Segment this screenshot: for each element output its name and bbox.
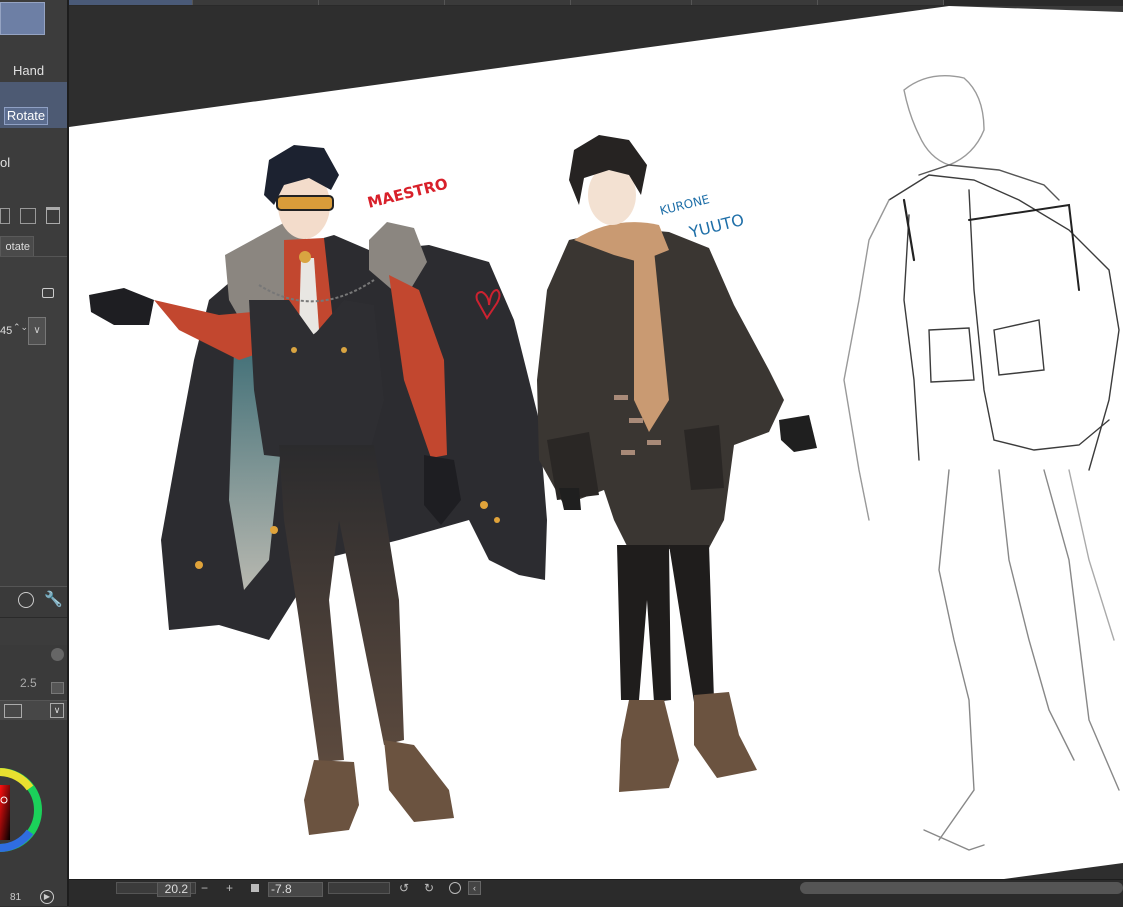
color-panel-tabs: ∨ [0, 700, 67, 721]
rotate-right-icon[interactable]: ↻ [424, 881, 434, 895]
tab-rotate-properties[interactable]: otate [0, 236, 34, 256]
chevron-down-icon[interactable]: ∨ [28, 317, 46, 345]
import-icon[interactable] [0, 208, 10, 224]
lock-icon[interactable] [42, 288, 54, 298]
scroll-down-icon[interactable] [51, 682, 64, 694]
size-preview-dot [51, 648, 64, 661]
play-icon[interactable]: ▶ [40, 890, 54, 904]
left-tool-panel: Hand Rotate ol otate 45 ⌃⌄ ∨ 🔧 2.5 ∨ 81 … [0, 0, 67, 906]
spinner-icon[interactable]: ⌃⌄ [13, 322, 28, 333]
tool-hand[interactable]: Hand [13, 63, 44, 78]
dial-icon[interactable] [18, 592, 34, 608]
drawing-canvas[interactable]: MAESTRO KURONE YUUTO [69, 0, 1123, 879]
zoom-in-button[interactable]: + [226, 881, 233, 895]
chevron-left-icon[interactable]: ‹ [468, 881, 481, 895]
subtool-swatch[interactable] [0, 2, 45, 35]
fit-icon[interactable] [251, 884, 259, 892]
color-wheel[interactable] [0, 720, 67, 906]
brush-size-value[interactable]: 2.5 [20, 676, 37, 690]
rotation-slider[interactable] [328, 882, 390, 894]
document-tab[interactable] [445, 0, 571, 5]
zoom-value[interactable]: 20.2 [157, 882, 191, 897]
chevron-down-icon[interactable]: ∨ [50, 703, 64, 718]
tool-rotate[interactable]: Rotate [4, 107, 48, 125]
rotation-value[interactable]: -7.8 [268, 882, 323, 897]
horizontal-scrollbar[interactable] [800, 882, 1123, 894]
document-tab[interactable] [571, 0, 692, 5]
zoom-out-button[interactable]: − [201, 881, 208, 895]
document-tabs-strip [67, 0, 1123, 6]
reset-rotation-icon[interactable] [449, 882, 461, 894]
tool-property-panel [0, 256, 67, 587]
document-tab[interactable] [193, 0, 319, 5]
tool-partial-label[interactable]: ol [0, 155, 10, 170]
rotate-left-icon[interactable]: ↺ [399, 881, 409, 895]
color-wheel-panel: 81 ▶ [0, 720, 67, 906]
color-set-icon[interactable] [4, 704, 22, 718]
wrench-icon[interactable]: 🔧 [44, 590, 63, 608]
panel-divider [67, 0, 69, 906]
color-readout: 81 [10, 892, 22, 903]
document-tab[interactable] [818, 0, 944, 5]
trash-icon[interactable] [46, 207, 60, 224]
document-tab[interactable] [319, 0, 445, 5]
duplicate-icon[interactable] [20, 208, 36, 224]
document-tab-active[interactable] [67, 0, 193, 5]
document-tab[interactable] [692, 0, 818, 5]
